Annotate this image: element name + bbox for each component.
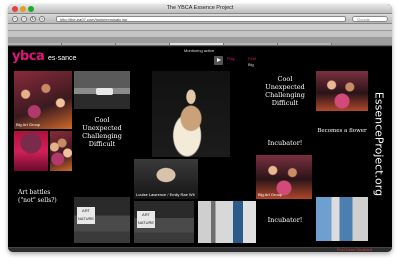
- text-line: Unexpected: [82, 124, 122, 132]
- becomes-flower-text: Becomes a flower: [317, 128, 367, 134]
- becomes-flower-tile[interactable]: Becomes a flower: [316, 113, 368, 153]
- art-label: ART: [142, 212, 150, 217]
- forward-button[interactable]: ›: [21, 16, 27, 22]
- gallery-photo-tile[interactable]: [198, 201, 256, 243]
- essence-project-vertical-title: EssenceProject.org: [369, 69, 389, 219]
- street-photo-tile[interactable]: [74, 71, 130, 109]
- search-input[interactable]: Google: [352, 16, 388, 22]
- art-label: ART: [82, 208, 90, 213]
- incubator-text: Incubator!: [267, 139, 303, 147]
- browser-tab[interactable]: Hello Rio Dingwe - same quality ▾: [8, 43, 62, 45]
- text-line: Challenging: [82, 132, 122, 140]
- portrait-photo-tile[interactable]: Louise Lawrence / Emily Rae Wil: [134, 159, 198, 199]
- building-photo-tile[interactable]: [316, 197, 368, 241]
- monitoring-label: Monitoring active: [184, 48, 215, 53]
- browser-window: The YBCA Essence Project ‹ › ↻ × http://…: [8, 4, 392, 252]
- crowd-photo-caption: Big Art Group: [16, 122, 41, 127]
- incubator-text: Incubator!: [267, 216, 303, 224]
- art-nature-label-2: ART NATURE: [137, 211, 155, 228]
- text-line: Art battles: [18, 189, 51, 196]
- play-button[interactable]: [214, 56, 223, 65]
- text-line: Difficult: [271, 99, 299, 107]
- browser-tab[interactable]: The YBCA Essence Project: [170, 43, 224, 45]
- portrait-photo-caption: Louise Lawrence / Emily Rae Wil: [136, 192, 195, 197]
- cool-text-tile[interactable]: Cool Unexpected Challenging Difficult: [74, 111, 130, 163]
- back-button[interactable]: ‹: [12, 16, 18, 22]
- art-nature-tile[interactable]: ART NATURE: [74, 197, 130, 243]
- red-portrait-tile[interactable]: [14, 131, 48, 171]
- nature-label: NATURE: [77, 216, 95, 221]
- page-content: ybca es·sance Monitoring active Play Fin…: [8, 47, 392, 247]
- browser-tab[interactable]: ART communications_len: [116, 43, 170, 45]
- art-nature-label: ART NATURE: [77, 207, 95, 224]
- status-bar: Find Done Disabled: [8, 247, 392, 252]
- ybca-logo[interactable]: ybca: [12, 49, 45, 64]
- incubator-tile-2[interactable]: Incubator!: [258, 203, 312, 239]
- window-title: The YBCA Essence Project: [166, 5, 234, 11]
- art-nature-tile-2[interactable]: ART NATURE: [134, 201, 194, 243]
- find-label[interactable]: Find: [248, 56, 256, 61]
- status-text: Find Done Disabled: [336, 247, 372, 252]
- crowd-photo-tile-right[interactable]: [316, 71, 368, 111]
- title-bar: The YBCA Essence Project: [8, 4, 392, 14]
- big-label[interactable]: Big: [248, 62, 254, 67]
- vertical-title-text: EssenceProject.org: [372, 91, 386, 197]
- text-line: Unexpected: [265, 83, 305, 91]
- browser-tab[interactable]: Spaces: 2 - SMDE - Nordic Conference: [278, 43, 332, 45]
- stop-icon[interactable]: ×: [39, 16, 45, 22]
- bookmarks-bar: Most Visited ▾RIF ▾. RS ▾FB ▾EA ▾Cloud ▾…: [8, 24, 392, 31]
- crowd-photo-tile-middle[interactable]: Big Art Group: [256, 155, 312, 199]
- bookmarks-bar-secondary: SponsoredOur WebsiteLite IdentityRIS 2.0…: [8, 31, 392, 38]
- reload-icon[interactable]: ↻: [30, 16, 36, 22]
- crowd-middle-caption: Big Art Group: [258, 192, 283, 197]
- browser-tab[interactable]: New Tab: [224, 43, 278, 45]
- tab-strip: Hello Rio Dingwe - same quality ▾ART com…: [8, 38, 392, 46]
- incubator-tile[interactable]: Incubator!: [258, 133, 312, 153]
- text-line: Challenging: [265, 91, 305, 99]
- art-battles-tile[interactable]: Art battles ("not" sells?): [14, 175, 72, 231]
- crowd-photo-tile-small[interactable]: [50, 131, 72, 171]
- cool-text-tile-2[interactable]: Cool Unexpected Challenging Difficult: [258, 71, 312, 131]
- play-label[interactable]: Play: [227, 56, 235, 61]
- browser-tab[interactable]: ART communications_len: [62, 43, 116, 45]
- crowd-photo-tile[interactable]: Big Art Group: [14, 71, 72, 129]
- text-line: Cool: [277, 75, 293, 83]
- essence-wordmark: es·sance: [48, 55, 77, 62]
- navigation-toolbar: ‹ › ↻ × http://the-ea07.com/tools/mmosai…: [8, 14, 392, 24]
- text-line: ("not" sells?): [18, 197, 57, 204]
- text-line: Cool: [94, 116, 110, 124]
- address-bar[interactable]: http://the-ea07.com/tools/mmosaic.jsp: [56, 16, 346, 22]
- text-line: Difficult: [88, 140, 116, 148]
- nature-label: NATURE: [137, 220, 155, 225]
- dancer-photo-tile[interactable]: [152, 71, 230, 157]
